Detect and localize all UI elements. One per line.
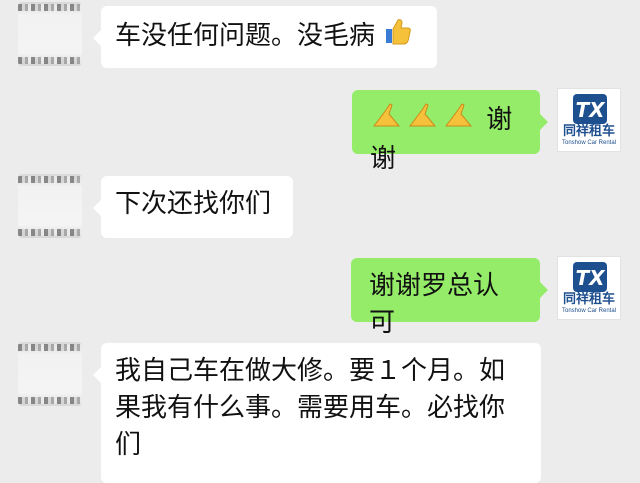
svg-text:TX: TX: [575, 98, 606, 122]
brand-name-en: Tonshow Car Rental: [561, 140, 617, 146]
message-text: 下次还找你们: [115, 189, 272, 219]
avatar-photo-edge: [18, 176, 82, 183]
my-avatar[interactable]: TX 同祥租车 Tonshow Car Rental: [557, 88, 621, 152]
thumbs-up-icon: [383, 16, 413, 57]
avatar-photo-edge: [18, 4, 82, 11]
message-text: 车没任何问题。没毛病: [115, 21, 376, 51]
contact-avatar[interactable]: [18, 342, 82, 406]
contact-avatar[interactable]: [18, 2, 82, 66]
message-text: 我自己车在做大修。要１个月。如果我有什么事。需要用车。必找你们: [115, 356, 506, 460]
incoming-message-bubble[interactable]: 我自己车在做大修。要１个月。如果我有什么事。需要用车。必找你们: [93, 343, 541, 483]
brand-name: 同祥租车: [562, 124, 615, 139]
avatar-photo-edge: [18, 57, 82, 64]
outgoing-message-bubble[interactable]: 谢谢罗总认可: [351, 258, 548, 338]
avatar-photo-edge: [18, 397, 82, 404]
svg-text:TX: TX: [575, 266, 606, 290]
outgoing-message-bubble[interactable]: 谢谢: [352, 90, 548, 174]
incoming-message-bubble[interactable]: 下次还找你们: [93, 176, 293, 238]
tonshow-logo-icon: TX: [573, 262, 607, 292]
my-avatar[interactable]: TX 同祥租车 Tonshow Car Rental: [557, 256, 621, 320]
tonshow-logo-icon: TX: [573, 94, 607, 124]
message-text: 谢谢罗总认可: [369, 271, 500, 338]
contact-avatar[interactable]: [18, 174, 82, 238]
brand-name-en: Tonshow Car Rental: [561, 308, 617, 314]
folded-hands-icon: [370, 100, 478, 141]
avatar-photo-edge: [18, 344, 82, 351]
brand-name: 同祥租车: [562, 292, 615, 307]
incoming-message-bubble[interactable]: 车没任何问题。没毛病: [93, 6, 437, 68]
avatar-photo-edge: [18, 229, 82, 236]
